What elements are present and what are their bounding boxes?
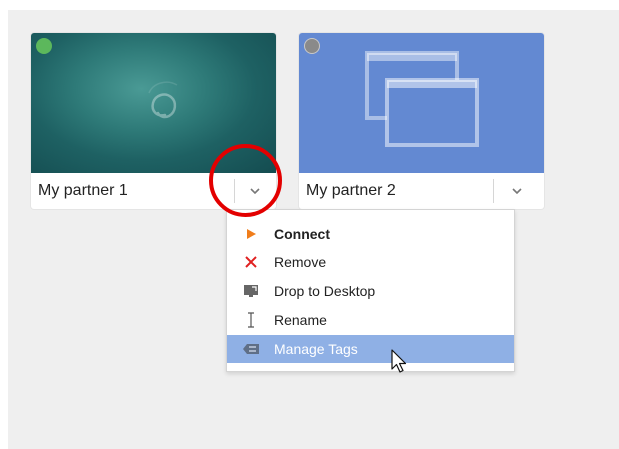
divider [493,179,494,203]
menu-item-drop-to-desktop[interactable]: Drop to Desktop [227,277,514,305]
menu-item-rename[interactable]: Rename [227,306,514,334]
menu-item-label: Connect [274,226,330,242]
chevron-down-icon [250,188,260,194]
chevron-down-icon [512,188,522,194]
menu-item-label: Manage Tags [274,341,358,357]
online-status-icon [36,38,52,54]
partner-context-menu: Connect Remove Drop to Desktop Rename Ma… [226,209,515,372]
play-icon [242,225,260,243]
debian-swirl-icon [148,81,178,119]
desktop-icon [242,282,260,300]
partner-card-2[interactable]: My partner 2 [299,33,544,209]
menu-item-manage-tags[interactable]: Manage Tags [227,335,514,363]
menu-item-remove[interactable]: Remove [227,248,514,276]
menu-item-label: Drop to Desktop [274,283,376,299]
partner-name[interactable]: My partner 2 [306,173,396,209]
partner-name[interactable]: My partner 1 [38,173,128,209]
windows-icon [365,51,479,147]
tag-icon [242,340,260,358]
mouse-pointer-icon [391,349,407,373]
partner-options-button[interactable] [235,175,275,207]
menu-item-connect[interactable]: Connect [227,220,514,248]
partner-options-button[interactable] [497,175,537,207]
partner-card-1[interactable]: My partner 1 [31,33,276,209]
offline-status-icon [304,38,320,54]
close-icon [242,253,260,271]
menu-item-label: Rename [274,312,327,328]
partner-thumbnail[interactable] [31,33,276,173]
partner-thumbnail[interactable] [299,33,544,173]
menu-item-label: Remove [274,254,327,270]
text-cursor-icon [242,311,260,329]
